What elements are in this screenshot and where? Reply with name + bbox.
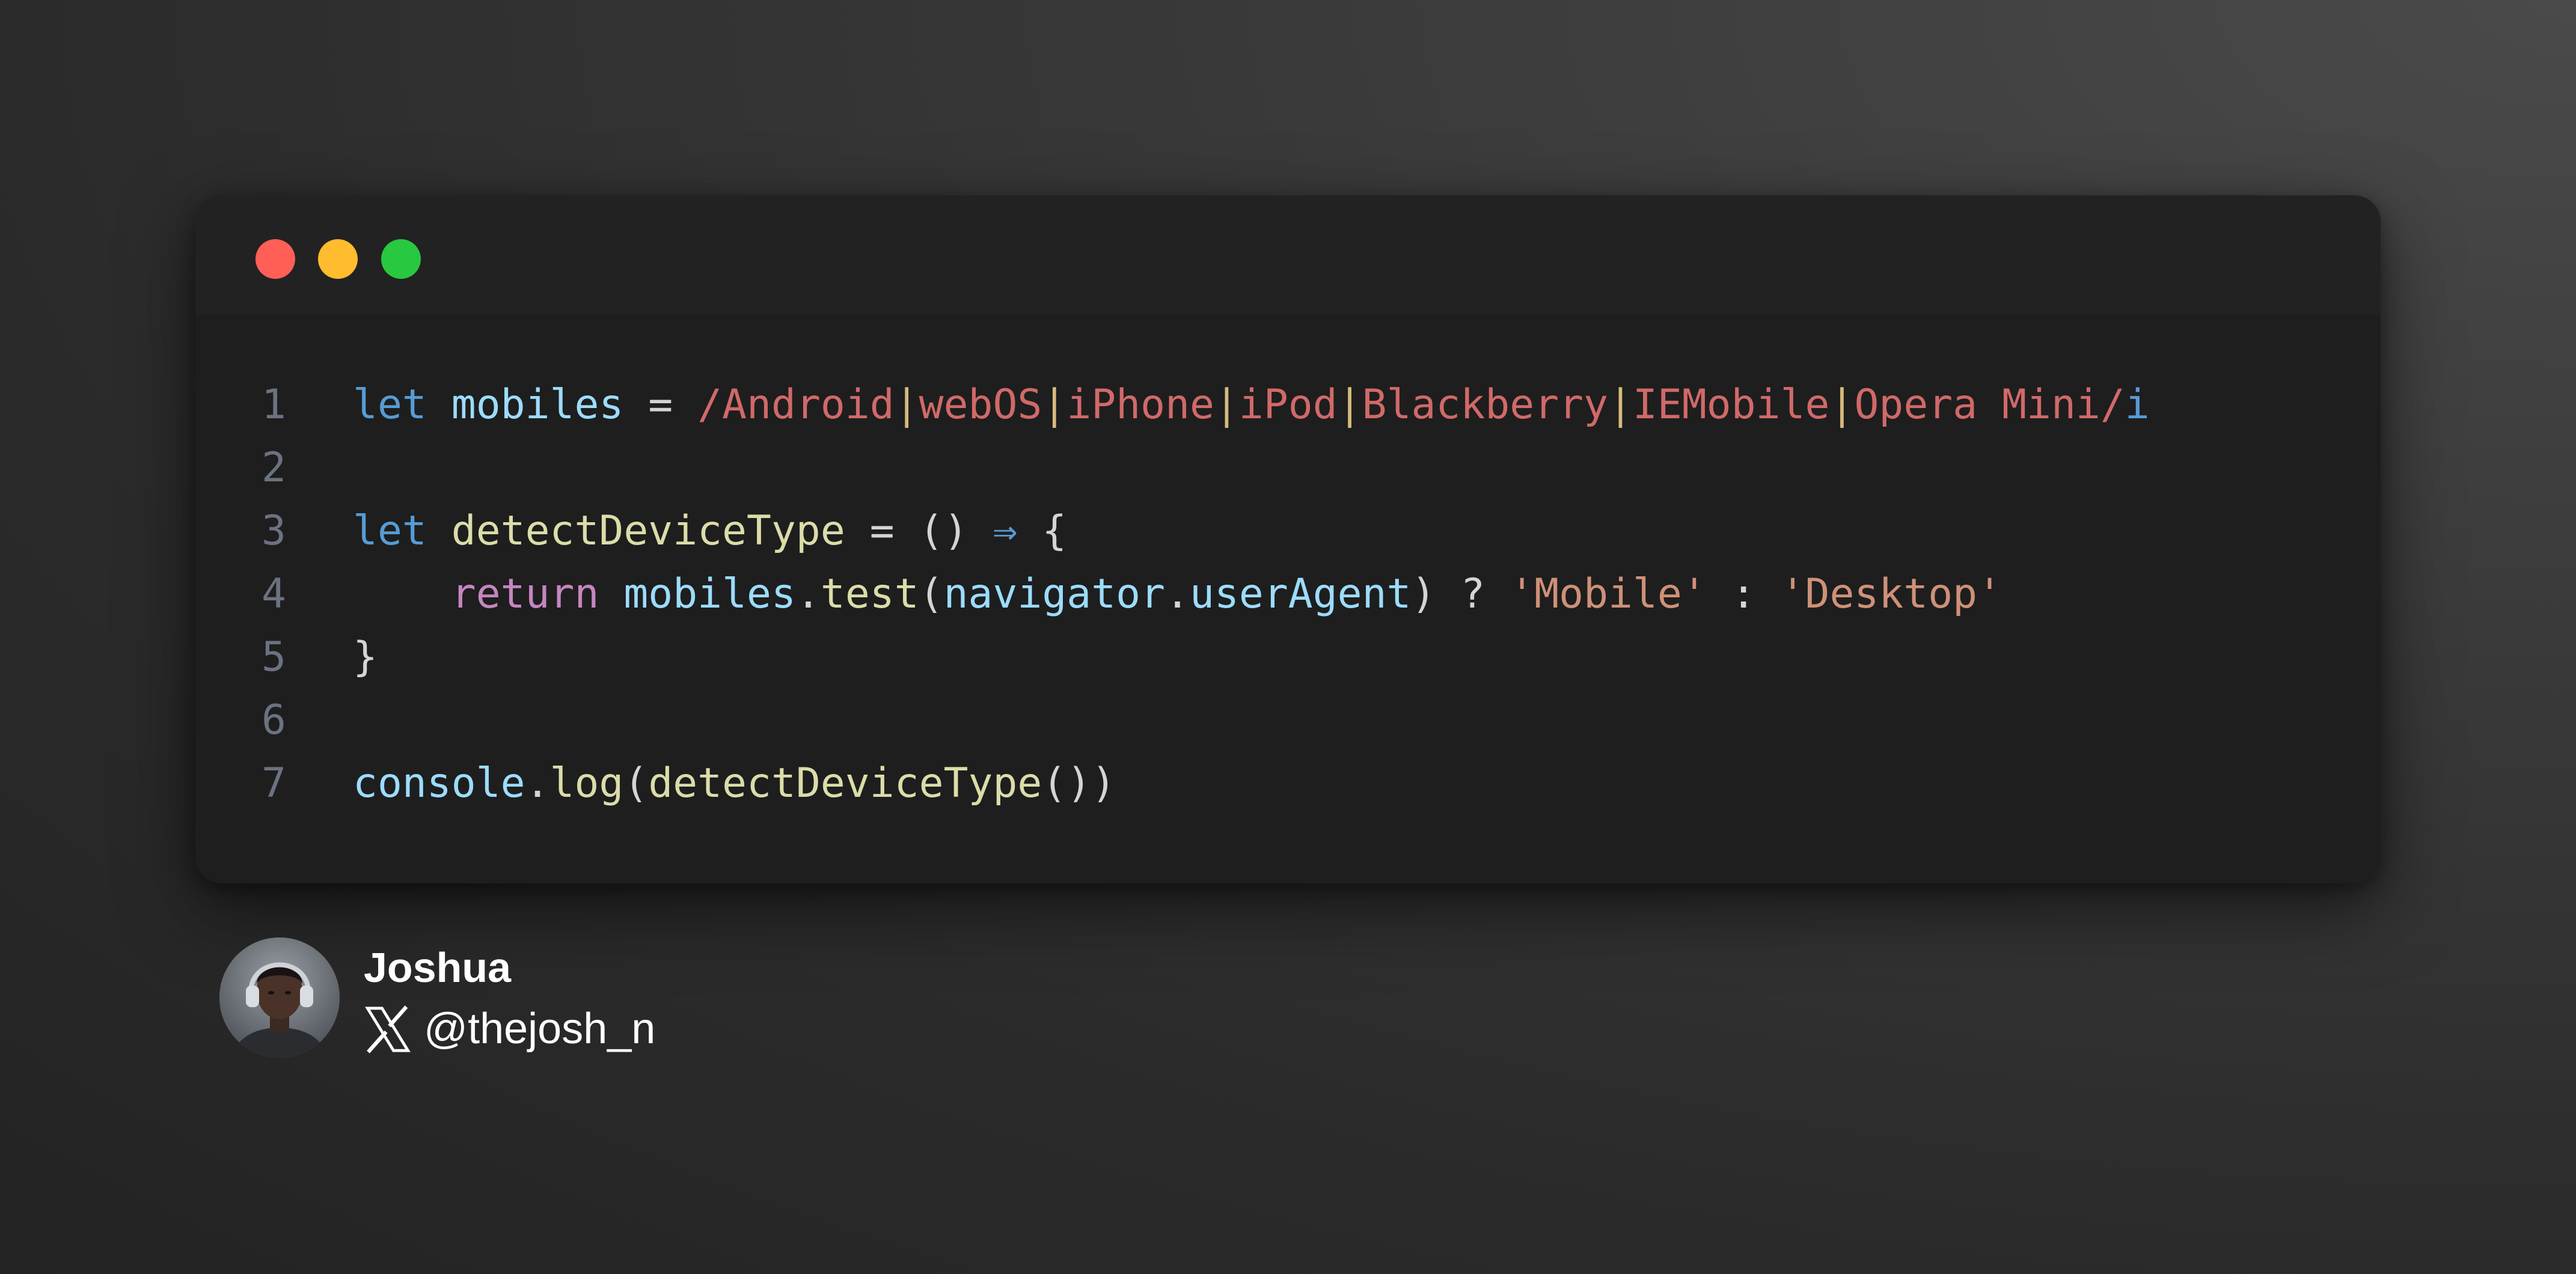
code-token: webOS (919, 381, 1042, 428)
code-token: userAgent (1190, 570, 1412, 618)
code-text[interactable]: let detectDeviceType = () ⇒ { (353, 499, 1066, 562)
code-token: | (1042, 381, 1067, 428)
close-dot-icon[interactable] (255, 239, 295, 279)
code-token: navigator (943, 570, 1166, 618)
code-token: Blackberry (1362, 381, 1609, 428)
line-number: 5 (262, 633, 286, 681)
code-token: | (1829, 381, 1855, 428)
code-token: mobiles (451, 381, 624, 428)
line-number: 4 (262, 570, 286, 618)
code-token: iPod (1238, 381, 1338, 428)
code-line: 3 let detectDeviceType = () ⇒ { (195, 499, 2381, 562)
code-token: = () (845, 507, 993, 555)
code-token: 'Desktop' (1780, 570, 2002, 618)
code-line: 2 (195, 436, 2381, 499)
code-text[interactable]: let mobiles = /Android|webOS|iPhone|iPod… (353, 373, 2150, 436)
code-token: . (525, 760, 550, 807)
code-token: . (795, 570, 821, 618)
code-token: ( (919, 570, 944, 618)
code-token: let (353, 507, 427, 555)
code-line: 7 console.log(detectDeviceType()) (195, 752, 2381, 815)
code-token: /Android (697, 381, 895, 428)
line-number: 1 (262, 381, 286, 428)
code-token: Opera Mini/ (1854, 381, 2125, 428)
code-text[interactable]: } (353, 626, 378, 689)
code-token: : (1706, 570, 1781, 618)
code-text[interactable]: return mobiles.test(navigator.userAgent)… (353, 562, 2002, 626)
code-token: | (1214, 381, 1239, 428)
code-token: } (353, 633, 378, 681)
code-token: i (2125, 381, 2150, 428)
code-token: iPhone (1066, 381, 1214, 428)
code-line: 6 (195, 689, 2381, 752)
code-token: return (451, 570, 599, 618)
code-window: 1 let mobiles = /Android|webOS|iPhone|iPo… (195, 195, 2381, 883)
line-number: 3 (262, 507, 286, 555)
code-token: . (1165, 570, 1190, 618)
line-number: 2 (262, 444, 286, 492)
author-name: Joshua (364, 944, 512, 991)
code-line: 4 return mobiles.test(navigator.userAgen… (195, 562, 2381, 626)
code-token: = (623, 381, 698, 428)
code-token: { (1017, 507, 1067, 555)
author-handle: @thejosh_n (424, 1005, 656, 1053)
code-text[interactable]: console.log(detectDeviceType()) (353, 752, 1116, 815)
zoom-dot-icon[interactable] (381, 239, 421, 279)
code-token: | (894, 381, 919, 428)
code-token: log (549, 760, 624, 807)
minimize-dot-icon[interactable] (318, 239, 358, 279)
code-token: detectDeviceType (648, 760, 1042, 807)
code-token: | (1608, 381, 1633, 428)
code-line: 1 let mobiles = /Android|webOS|iPhone|iPo… (195, 373, 2381, 436)
code-line: 5} (195, 626, 2381, 689)
code-token: 'Mobile' (1510, 570, 1707, 618)
line-number: 6 (262, 696, 286, 744)
code-token: ()) (1042, 760, 1116, 807)
line-number: 7 (262, 760, 286, 807)
code-token: detectDeviceType (451, 507, 845, 555)
code-token: let (353, 381, 427, 428)
code-token: IEMobile (1632, 381, 1830, 428)
window-titlebar (195, 195, 2381, 314)
avatar (219, 937, 340, 1058)
x-logo-icon (365, 1005, 411, 1053)
code-token: console (353, 760, 525, 807)
code-token: | (1337, 381, 1362, 428)
code-token: ⇒ (993, 507, 1018, 555)
code-token: mobiles (623, 570, 796, 618)
code-token: ) ? (1411, 570, 1510, 618)
code-token: test (820, 570, 919, 618)
code-token: ( (623, 760, 649, 807)
